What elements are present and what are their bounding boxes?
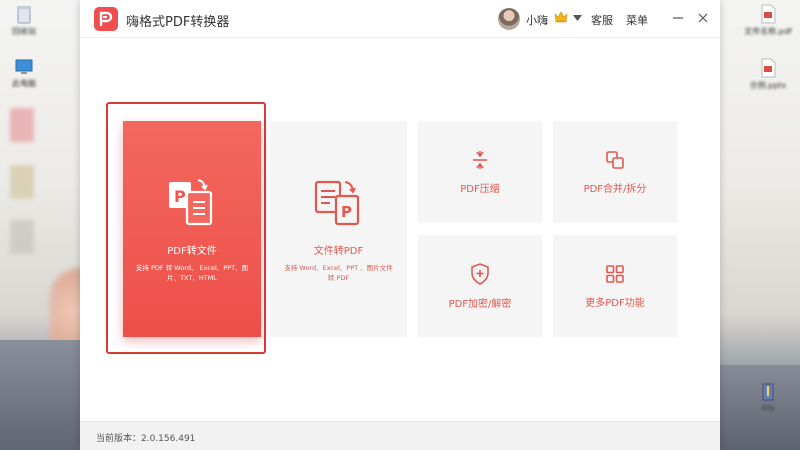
pdf-to-file-title: PDF转文件 [167, 245, 217, 257]
desktop-icon-pptx-file[interactable]: 示例.pptx [738, 58, 798, 91]
compress-icon [473, 150, 487, 169]
computer-icon [15, 59, 33, 74]
minimize-icon[interactable] [670, 10, 686, 26]
pdf-to-file-description: 支持 PDF 转 Word、 Excel、PPT、图片、TXT、HTML [135, 263, 249, 282]
more-features-title: 更多PDF功能 [585, 297, 645, 309]
desktop-icon-this-pc[interactable]: 此电脑 [0, 58, 54, 89]
close-icon[interactable] [695, 10, 711, 26]
recycle-bin-icon [17, 6, 31, 24]
file-to-pdf-title: 文件转PDF [313, 245, 364, 257]
file-to-pdf-icon: P [314, 180, 359, 225]
svg-text:P: P [341, 203, 352, 221]
app-logo [94, 7, 118, 31]
desktop-icon-pdf-file[interactable]: 文件名称.pdf [738, 4, 798, 37]
desktop-icon-blurred-1[interactable] [10, 108, 34, 142]
pdf-to-file-card[interactable]: P PDF转文件 支持 PDF 转 Word、 Excel、PPT、图片、TXT… [123, 121, 261, 337]
archive-icon [762, 383, 774, 401]
shield-icon [471, 262, 489, 285]
version-label: 当前版本：2.0.156.491 [96, 434, 196, 444]
menu-button[interactable]: 菜单 [626, 12, 648, 28]
encrypt-title: PDF加密/解密 [448, 298, 512, 310]
compress-card[interactable]: PDF压缩 [418, 121, 542, 223]
app-window: 嗨格式PDF转换器 小嗨 客服 菜单 P PDF转文件 支持 PDF 转 Wor… [80, 0, 720, 450]
file-to-pdf-card[interactable]: P 文件转PDF 支持 Word、Excel、PPT 、图片文件转 PDF [270, 121, 407, 337]
svg-text:P: P [174, 187, 186, 206]
main-content: P PDF转文件 支持 PDF 转 Word、 Excel、PPT、图片、TXT… [80, 39, 720, 421]
desktop-icon-blurred-2[interactable] [10, 165, 34, 199]
compress-title: PDF压缩 [460, 183, 500, 195]
pdf-file-icon [761, 4, 776, 24]
chevron-down-icon[interactable] [573, 15, 582, 21]
support-button[interactable]: 客服 [591, 12, 613, 28]
pdf-to-file-icon: P [169, 178, 213, 225]
avatar[interactable] [498, 8, 520, 30]
background-sofa-left [0, 340, 90, 450]
grid-icon [606, 264, 624, 283]
crown-icon [554, 11, 568, 23]
file-to-pdf-description: 支持 Word、Excel、PPT 、图片文件转 PDF [284, 263, 393, 282]
desktop-icon-blurred-3[interactable] [10, 220, 34, 254]
username-label[interactable]: 小嗨 [526, 12, 548, 28]
titlebar: 嗨格式PDF转换器 小嗨 客服 菜单 [80, 0, 720, 38]
merge-split-card[interactable]: PDF合并/拆分 [553, 121, 677, 223]
desktop-icon-recycle-bin[interactable]: 回收站 [0, 4, 54, 37]
desktop-icon-archive[interactable]: zzy [738, 383, 798, 412]
merge-split-icon [606, 150, 624, 169]
status-bar: 当前版本：2.0.156.491 [80, 421, 720, 450]
app-title: 嗨格式PDF转换器 [126, 15, 230, 30]
more-features-card[interactable]: 更多PDF功能 [553, 235, 677, 337]
app-logo-icon [99, 11, 113, 27]
merge-split-title: PDF合并/拆分 [583, 183, 647, 195]
encrypt-card[interactable]: PDF加密/解密 [418, 235, 542, 337]
pptx-file-icon [761, 58, 776, 78]
